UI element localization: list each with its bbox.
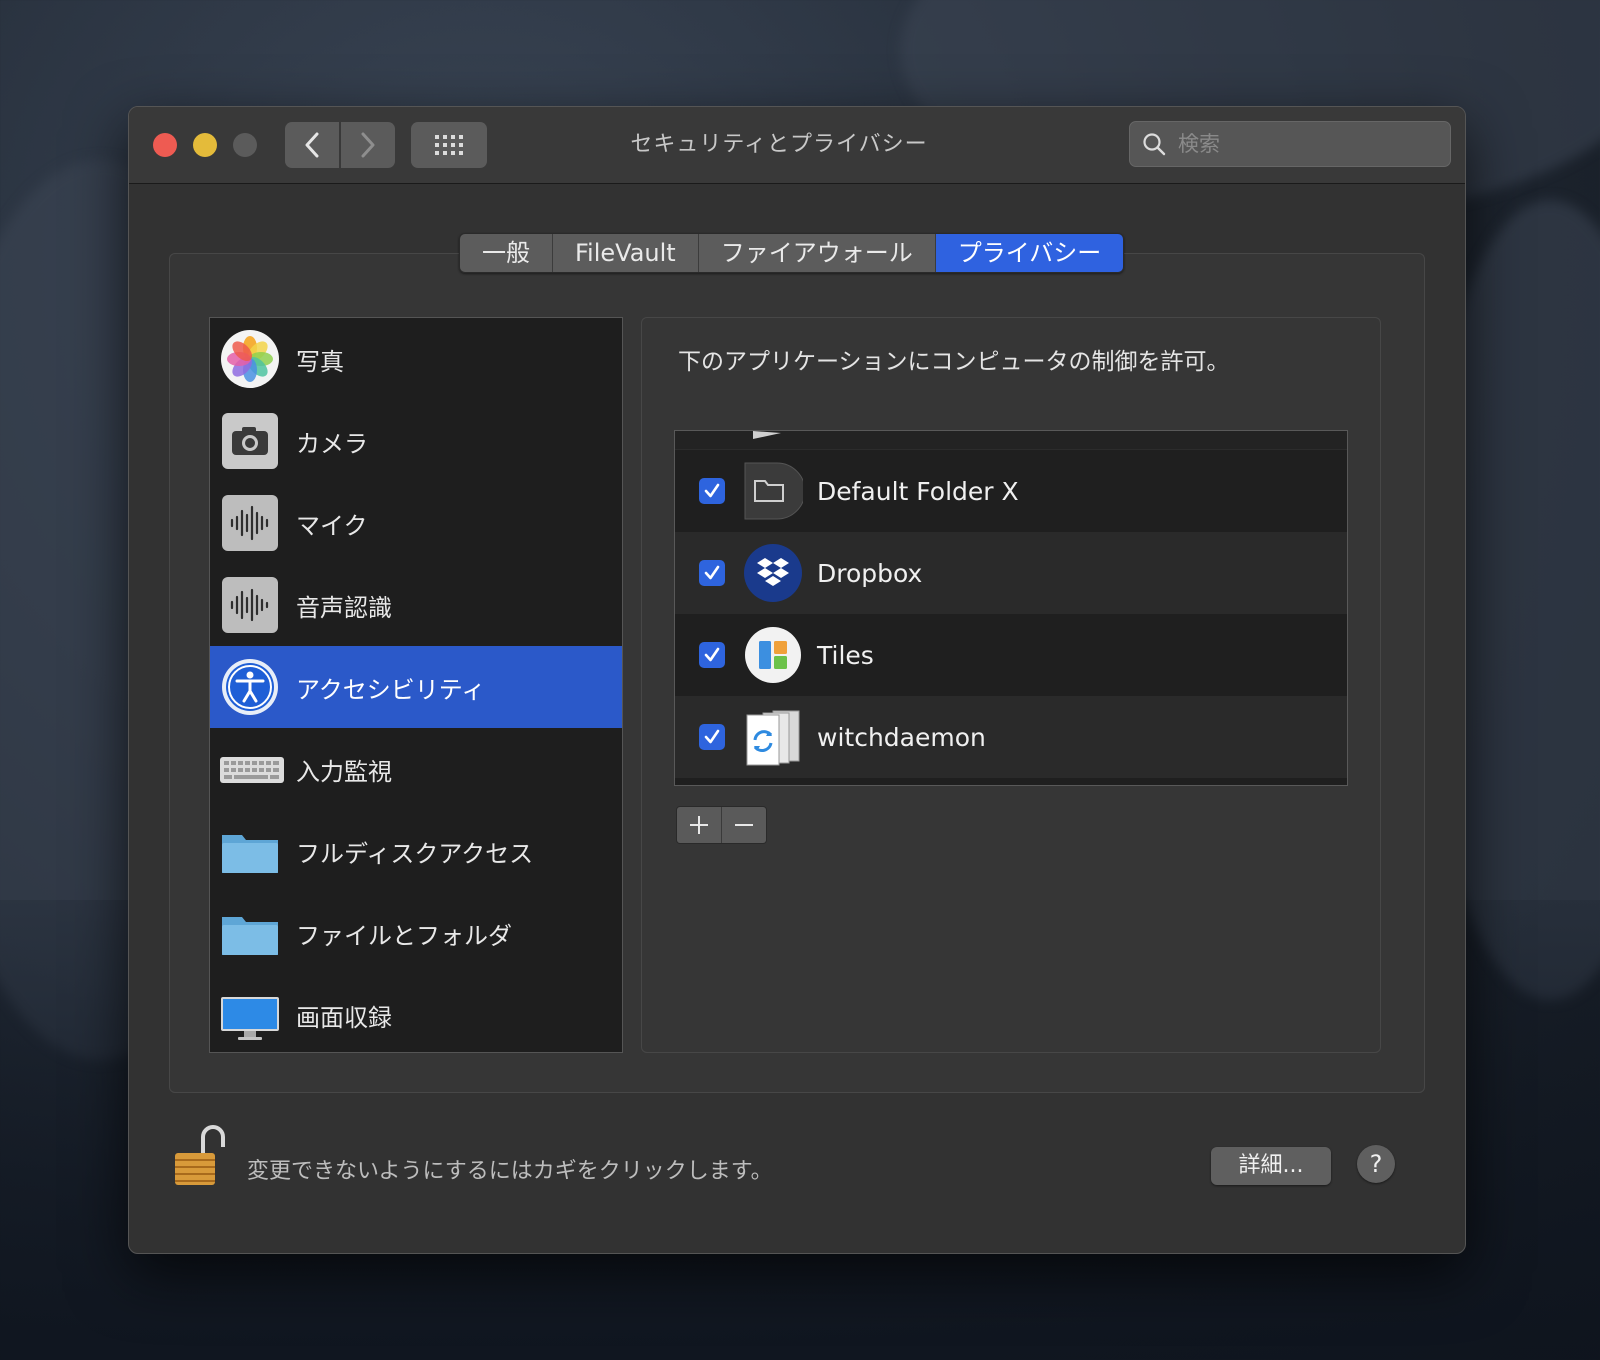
tab-general[interactable]: 一般	[460, 234, 553, 272]
sidebar-item-photos[interactable]: 写真	[210, 318, 622, 400]
keyboard-icon	[220, 739, 284, 799]
privacy-category-list[interactable]: 写真 カメラ マイク 音声認識 アクセシビリティ 入力監視 フルディスクアクセス…	[209, 317, 623, 1053]
window-title: セキュリティとプライバシー	[630, 132, 928, 157]
show-all-button[interactable]	[411, 122, 487, 168]
speech-recognition-waveform-icon	[220, 575, 280, 635]
chevron-right-icon	[361, 132, 375, 158]
witch-icon	[743, 707, 803, 767]
list-item[interactable]: Tiles	[675, 614, 1347, 696]
folder-icon	[220, 903, 280, 963]
titlebar: セキュリティとプライバシー	[129, 107, 1465, 184]
details-button[interactable]: 詳細...	[1211, 1147, 1331, 1185]
sidebar-item-label: ファイルとフォルダ	[296, 921, 512, 950]
sidebar-item-label: カメラ	[296, 429, 368, 458]
lock-instruction-text: 変更できないようにするにはカギをクリックします。	[247, 1159, 773, 1184]
zoom-button[interactable]	[233, 133, 257, 157]
sidebar-item-speech-recognition[interactable]: 音声認識	[210, 564, 622, 646]
add-button[interactable]	[677, 807, 722, 843]
sidebar-item-label: フルディスクアクセス	[296, 839, 534, 868]
app-name: Dropbox	[817, 558, 923, 588]
tiles-icon	[743, 625, 803, 685]
folder-icon	[220, 821, 280, 881]
minimize-button[interactable]	[193, 133, 217, 157]
close-button[interactable]	[153, 133, 177, 157]
checkmark-icon	[704, 565, 720, 580]
list-item[interactable]: witchdaemon	[675, 696, 1347, 778]
grid-icon	[435, 135, 463, 155]
forward-button[interactable]	[341, 122, 395, 168]
app-checkbox[interactable]	[699, 560, 725, 586]
list-item[interactable]: Default Folder X	[675, 450, 1347, 532]
camera-icon	[220, 411, 280, 471]
sidebar-item-label: 画面収録	[296, 1003, 392, 1032]
display-icon	[220, 985, 280, 1045]
app-checkbox[interactable]	[699, 724, 725, 750]
search-field[interactable]	[1129, 121, 1451, 167]
app-name: Default Folder X	[817, 476, 1019, 506]
remove-button[interactable]	[722, 807, 766, 843]
sidebar-item-files-and-folders[interactable]: ファイルとフォルダ	[210, 892, 622, 974]
tab-firewall[interactable]: ファイアウォール	[698, 234, 936, 272]
privacy-detail-panel: 下のアプリケーションにコンピュータの制御を許可。 Default Folder …	[641, 317, 1381, 1053]
tab-bar: 一般 FileVault ファイアウォール プライバシー	[459, 233, 1125, 273]
tab-filevault[interactable]: FileVault	[553, 234, 699, 272]
chevron-left-icon	[305, 132, 319, 158]
app-name: witchdaemon	[817, 722, 986, 752]
accessibility-icon	[220, 657, 280, 717]
sidebar-item-label: 音声認識	[296, 593, 392, 622]
search-icon	[1143, 133, 1166, 156]
minus-icon	[735, 824, 753, 826]
unlocked-padlock-icon	[175, 1125, 225, 1185]
checkmark-icon	[704, 483, 720, 498]
sidebar-item-microphone[interactable]: マイク	[210, 482, 622, 564]
sidebar-item-screen-recording[interactable]: 画面収録	[210, 974, 622, 1052]
preferences-window: セキュリティとプライバシー 一般 FileVault ファイアウォール プライバ…	[128, 106, 1466, 1254]
instruction-text: 下のアプリケーションにコンピュータの制御を許可。	[678, 349, 1230, 375]
photos-icon	[220, 329, 280, 389]
sidebar-item-accessibility[interactable]: アクセシビリティ	[210, 646, 622, 728]
search-input[interactable]	[1176, 128, 1440, 160]
dropbox-icon	[743, 543, 803, 603]
tab-privacy[interactable]: プライバシー	[935, 234, 1124, 272]
plus-icon	[690, 816, 708, 834]
lock-button[interactable]	[173, 1125, 227, 1189]
app-checkbox[interactable]	[699, 478, 725, 504]
list-item-partial	[675, 431, 1347, 450]
sidebar-item-label: 写真	[296, 347, 344, 376]
checkmark-icon	[704, 729, 720, 744]
sidebar-item-label: アクセシビリティ	[296, 675, 486, 704]
sidebar-item-label: 入力監視	[296, 757, 392, 786]
help-button[interactable]: ?	[1357, 1145, 1395, 1183]
back-button[interactable]	[285, 122, 339, 168]
add-remove-control	[676, 806, 767, 844]
sidebar-item-input-monitoring[interactable]: 入力監視	[210, 728, 622, 810]
app-name: Tiles	[817, 640, 874, 670]
sidebar-item-full-disk-access[interactable]: フルディスクアクセス	[210, 810, 622, 892]
sidebar-item-label: マイク	[296, 511, 368, 540]
checkmark-icon	[704, 647, 720, 662]
sidebar-item-camera[interactable]: カメラ	[210, 400, 622, 482]
default-folder-x-icon	[743, 461, 806, 521]
app-checkbox[interactable]	[699, 642, 725, 668]
list-item[interactable]: Dropbox	[675, 532, 1347, 614]
microphone-waveform-icon	[220, 493, 280, 553]
app-list[interactable]: Default Folder X Dropbox Tiles witchdaem…	[674, 430, 1348, 786]
